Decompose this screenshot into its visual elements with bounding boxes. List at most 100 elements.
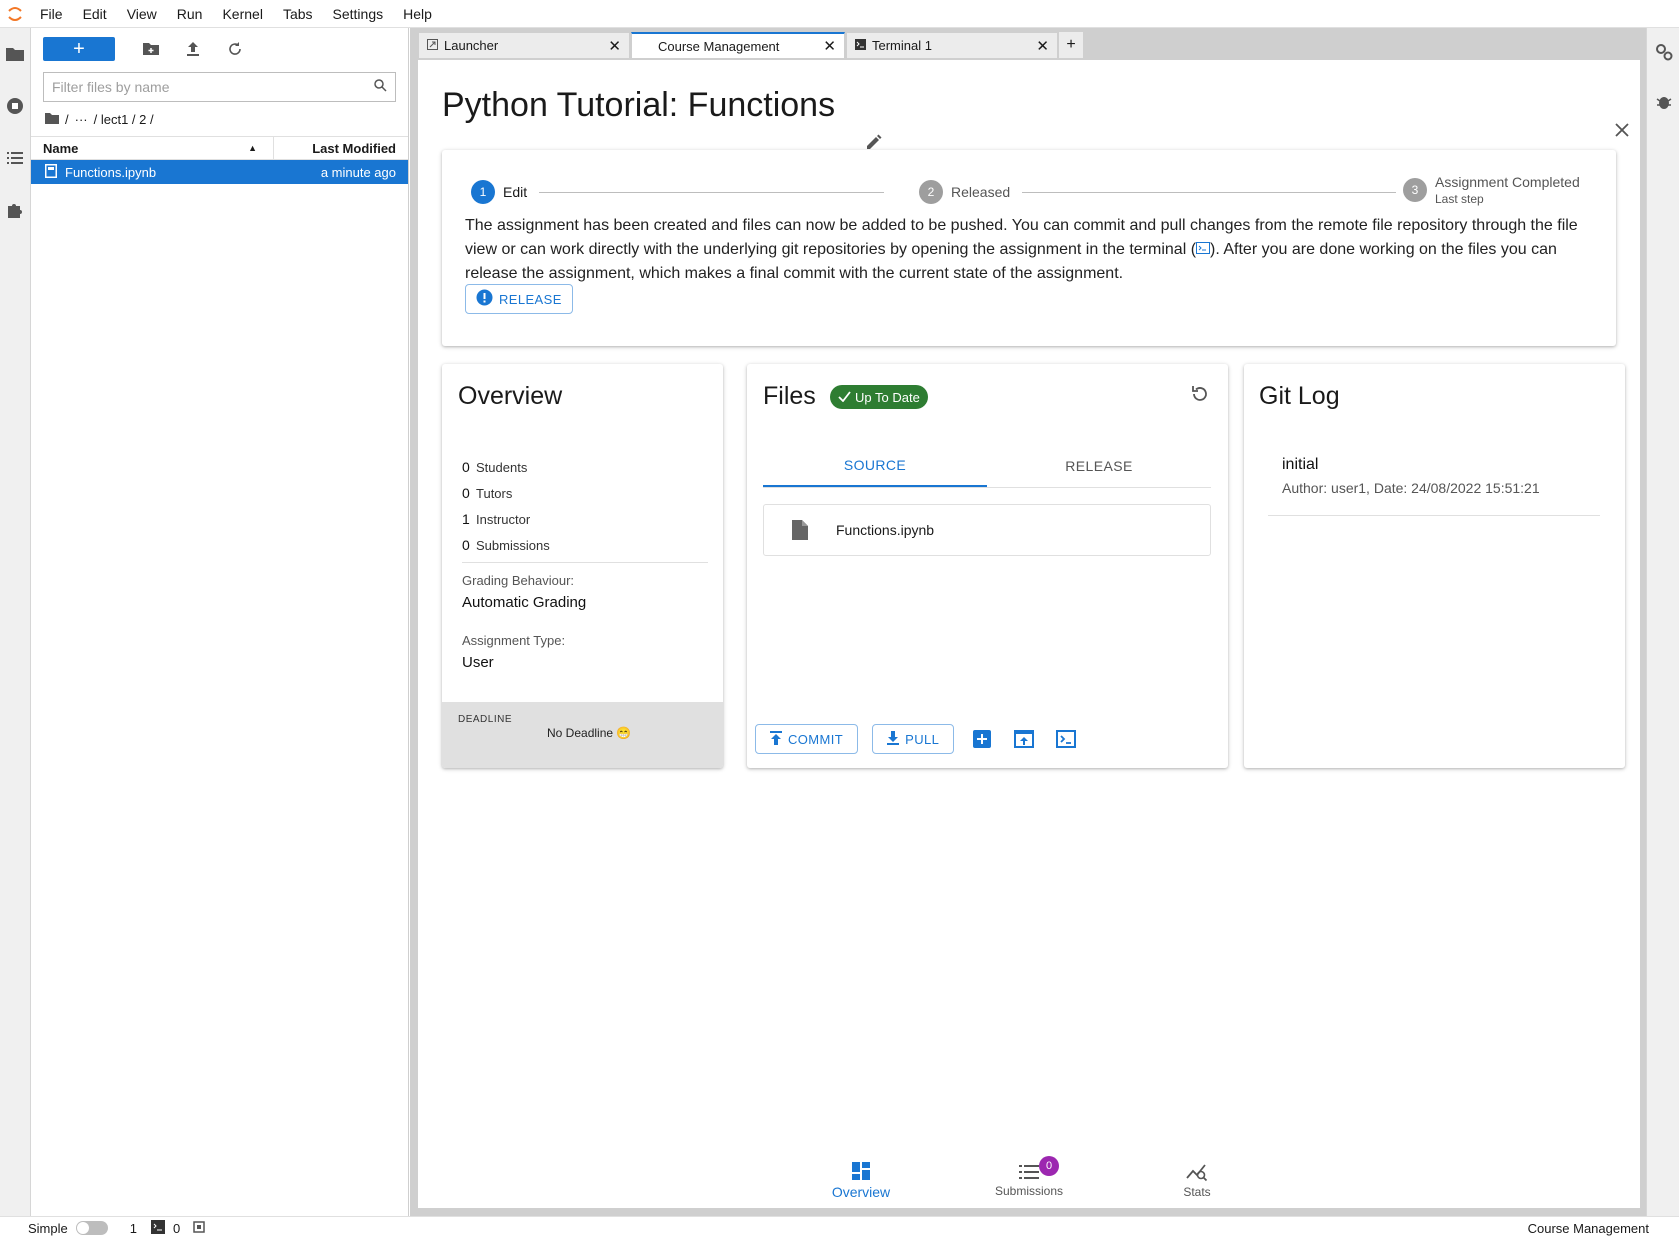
menu-view[interactable]: View (117, 0, 167, 28)
tab-terminal[interactable]: Terminal 1 ✕ (846, 32, 1058, 58)
commit-upload-icon (770, 730, 782, 748)
file-list-item[interactable]: Functions.ipynb a minute ago (31, 160, 408, 184)
nav-submissions[interactable]: 0 Submissions (945, 1152, 1113, 1208)
status-badge: Up To Date (830, 385, 928, 409)
list-item[interactable]: Functions.ipynb (763, 504, 1211, 556)
step-number: 3 (1403, 178, 1427, 202)
step-number: 2 (919, 180, 943, 204)
open-terminal-icon[interactable] (1052, 725, 1080, 753)
folder-icon[interactable] (5, 44, 25, 64)
breadcrumb: / ··· / lect1 / 2 / (31, 102, 408, 136)
running-sessions-icon[interactable] (5, 96, 25, 116)
grading-behaviour-value: Automatic Grading (462, 594, 587, 611)
menu-kernel[interactable]: Kernel (212, 0, 272, 28)
stat-count: 1 (462, 511, 470, 527)
breadcrumb-ellipsis[interactable]: ··· (75, 112, 88, 127)
commit-meta: Author: user1, Date: 24/08/2022 15:51:21 (1282, 480, 1540, 496)
menu-tabs[interactable]: Tabs (273, 0, 323, 28)
column-last-modified[interactable]: Last Modified (274, 137, 408, 159)
status-bar: Simple 1 0 Course Management (0, 1216, 1679, 1239)
kernel-status-icon[interactable] (192, 1220, 206, 1237)
close-icon[interactable] (1614, 122, 1630, 143)
commit-button[interactable]: COMMIT (755, 724, 859, 754)
file-modified: a minute ago (320, 164, 396, 180)
close-icon[interactable]: ✕ (1036, 37, 1049, 55)
tab-course-management-label: Course Management (658, 38, 780, 54)
bottom-navigation: Overview 0 Submissions Stats (418, 1152, 1640, 1208)
stat-label: Students (476, 459, 528, 475)
nav-submissions-label: Submissions (994, 1183, 1064, 1198)
simple-mode-toggle[interactable] (75, 1221, 108, 1235)
overview-card: Overview 0 Students 0 Tutors 1 Instructor 0… (442, 364, 723, 768)
commit-button-label: COMMIT (788, 731, 844, 747)
menu-help[interactable]: Help (393, 0, 442, 28)
stat-label: Instructor (476, 511, 531, 527)
tab-course-management[interactable]: Course Management ✕ (631, 32, 845, 58)
release-alert-icon (476, 289, 493, 309)
step-description: The assignment has been created and file… (465, 214, 1600, 286)
home-folder-icon[interactable] (45, 112, 59, 127)
step-label: Edit (503, 184, 528, 200)
filter-files-input[interactable]: Filter files by name (43, 72, 396, 102)
release-button-label: RELEASE (499, 291, 562, 307)
git-log-card: Git Log initial Author: user1, Date: 24/… (1244, 364, 1625, 768)
menu-edit[interactable]: Edit (73, 0, 117, 28)
nav-overview-label: Overview (831, 1183, 891, 1200)
column-name[interactable]: Name ▲ (31, 137, 274, 159)
stat-count: 0 (462, 485, 470, 501)
new-launcher-button[interactable]: + (43, 37, 115, 61)
step-connector (1022, 192, 1396, 193)
refresh-icon[interactable] (1190, 384, 1210, 409)
release-button[interactable]: RELEASE (465, 284, 573, 314)
pull-button[interactable]: PULL (872, 724, 955, 754)
file-list-header: Name ▲ Last Modified (31, 136, 408, 160)
file-browser: + Filter files by name / ··· / lect1 / 2… (31, 28, 409, 1216)
terminal-count: 0 (172, 1220, 181, 1236)
debugger-bug-icon[interactable] (1654, 92, 1674, 112)
stat-tutors: 0 Tutors (462, 480, 708, 506)
extensions-puzzle-icon[interactable] (5, 200, 25, 220)
close-icon[interactable]: ✕ (823, 37, 836, 55)
breadcrumb-root[interactable]: / (65, 112, 69, 127)
overview-stats: 0 Students 0 Tutors 1 Instructor 0 Submissio… (462, 454, 708, 671)
refresh-icon[interactable] (223, 37, 247, 61)
tab-release[interactable]: RELEASE (987, 444, 1211, 487)
tab-source[interactable]: SOURCE (763, 444, 987, 487)
open-file-browser-icon[interactable] (1010, 725, 1038, 753)
file-browser-toolbar: + (31, 28, 408, 70)
grading-behaviour-label: Grading Behaviour: (462, 573, 575, 588)
tab-launcher[interactable]: Launcher ✕ (418, 32, 630, 58)
upload-icon[interactable] (181, 37, 205, 61)
simple-mode-label: Simple (28, 1220, 68, 1236)
table-of-contents-icon[interactable] (5, 148, 25, 168)
close-icon[interactable]: ✕ (608, 37, 621, 55)
menu-file[interactable]: File (30, 0, 73, 28)
files-tab-bar: SOURCE RELEASE (763, 444, 1211, 488)
menu-settings[interactable]: Settings (323, 0, 394, 28)
files-card: Files Up To Date SOURCE RELEASE Function… (747, 364, 1228, 768)
menu-run[interactable]: Run (167, 0, 213, 28)
document-tab-bar: Launcher ✕ Course Management ✕ Terminal … (418, 32, 1083, 58)
stat-submissions: 0 Submissions (462, 532, 708, 558)
new-folder-icon[interactable] (139, 37, 163, 61)
pull-button-label: PULL (905, 731, 940, 747)
property-inspector-gears-icon[interactable] (1654, 42, 1674, 62)
query-stats-icon (1186, 1162, 1208, 1185)
add-file-icon[interactable] (968, 725, 996, 753)
filter-placeholder: Filter files by name (52, 79, 170, 95)
list-icon (1019, 1163, 1039, 1184)
nav-overview[interactable]: Overview (777, 1152, 945, 1208)
status-bar-current-tab: Course Management (1527, 1220, 1649, 1236)
terminal-inline-icon (1196, 241, 1211, 258)
step-number: 1 (471, 180, 495, 204)
nav-stats[interactable]: Stats (1113, 1152, 1281, 1208)
terminal-icon (855, 38, 866, 53)
check-icon (838, 390, 851, 405)
deadline-label: DEADLINE (458, 714, 513, 725)
breadcrumb-path[interactable]: / lect1 / 2 / (94, 112, 154, 127)
terminal-icon (150, 1219, 165, 1237)
add-tab-icon[interactable]: + (1059, 32, 1083, 58)
stat-students: 0 Students (462, 454, 708, 480)
status-badge-label: Up To Date (855, 389, 920, 405)
kernel-count: 1 (129, 1220, 137, 1236)
